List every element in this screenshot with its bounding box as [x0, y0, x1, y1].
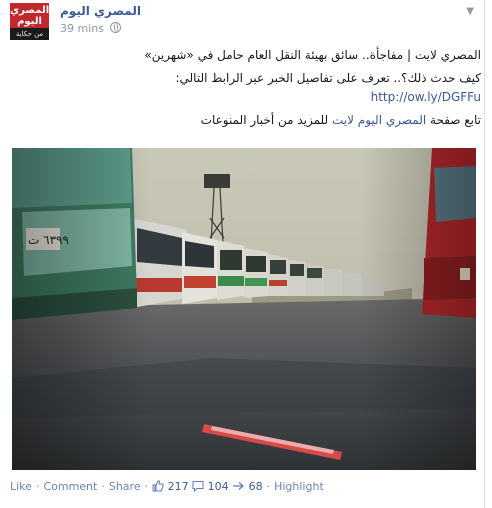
comments-count-value: 104 — [207, 480, 229, 493]
logo-line-3: من حكاية نعرف — [10, 28, 49, 40]
post-link[interactable]: http://ow.ly/DGFFu — [371, 90, 481, 104]
logo-line-2: اليوم — [17, 16, 42, 27]
page-name-link[interactable]: المصري اليوم — [60, 4, 141, 18]
chevron-down-icon[interactable]: ▼ — [466, 7, 474, 17]
comments-count[interactable]: 104 — [192, 480, 229, 493]
thumbs-up-icon — [152, 480, 164, 492]
post-text-line: كيف حدث ذلك؟.. تعرف على تفاصيل الخبر عبر… — [175, 71, 481, 85]
like-link[interactable]: Like — [10, 480, 32, 493]
shares-count[interactable]: 68 — [232, 480, 263, 493]
comment-bubble-icon — [192, 481, 204, 492]
action-bar: Like · Comment · Share · 217 104 68 · Highlight — [10, 480, 324, 493]
globe-icon — [110, 22, 122, 33]
post-photo[interactable]: ٦٣٩٩ ت — [12, 148, 476, 470]
likes-count[interactable]: 217 — [152, 480, 189, 493]
share-link[interactable]: Share — [109, 480, 141, 493]
post-header: المصري اليوم من حكاية نعرف المصري اليوم … — [10, 3, 480, 40]
post-headline: المصري لايت | مفاجأة.. سائق بهيئة النقل … — [144, 48, 481, 62]
post-card: المصري اليوم من حكاية نعرف المصري اليوم … — [0, 0, 485, 508]
highlight-link[interactable]: Highlight — [274, 480, 324, 493]
likes-count-value: 217 — [167, 480, 189, 493]
follow-line: تابع صفحة المصري اليوم لايت للمزيد من أخ… — [10, 111, 481, 130]
follow-suffix: للمزيد من أخبار المنوعات — [200, 113, 333, 127]
logo-line-1: المصري — [10, 5, 49, 16]
comment-link[interactable]: Comment — [43, 480, 97, 493]
follow-page-link[interactable]: المصري اليوم لايت — [332, 113, 426, 127]
shares-count-value: 68 — [248, 480, 263, 493]
timestamp-text: 39 mins — [60, 22, 104, 35]
post-timestamp[interactable]: 39 mins — [60, 22, 122, 35]
follow-prefix: تابع صفحة — [426, 113, 481, 127]
bus-depot-photo: ٦٣٩٩ ت — [12, 148, 476, 470]
page-avatar[interactable]: المصري اليوم من حكاية نعرف — [10, 3, 49, 40]
post-body: المصري لايت | مفاجأة.. سائق بهيئة النقل … — [10, 46, 481, 130]
share-arrow-icon — [233, 482, 245, 490]
